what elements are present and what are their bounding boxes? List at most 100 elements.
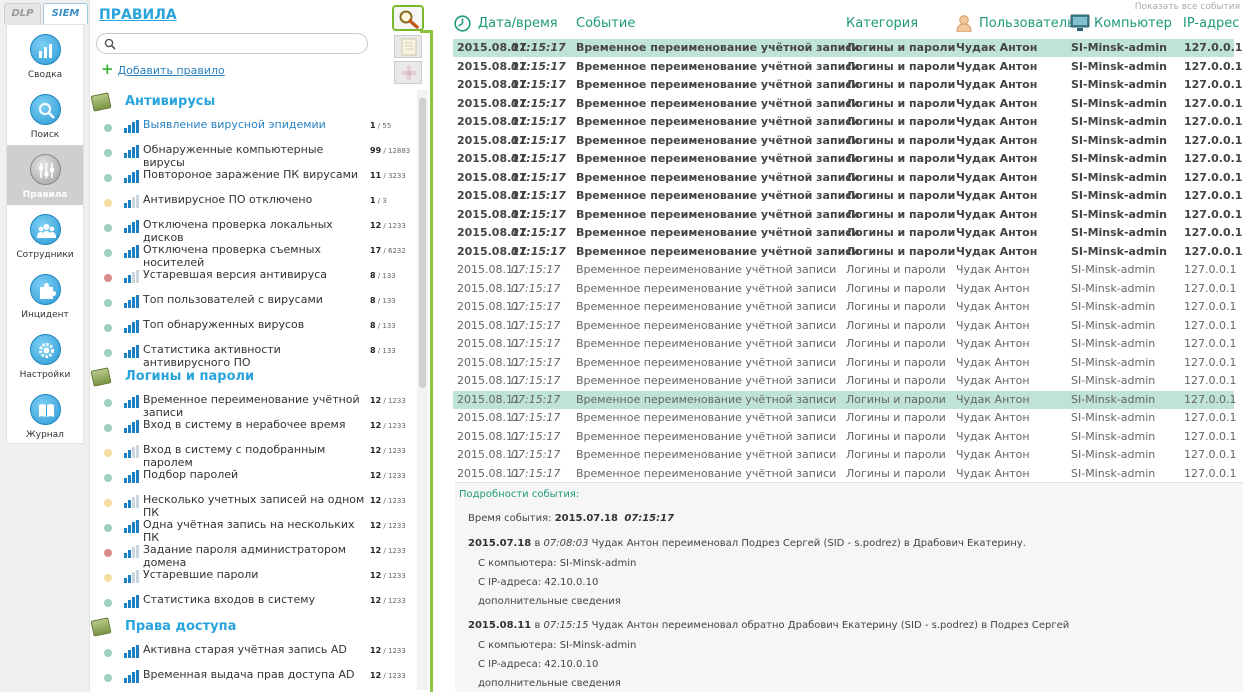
row-computer: SI-Minsk-admin [1071, 78, 1167, 91]
status-dot [104, 149, 112, 157]
notes-tool-button[interactable] [394, 35, 422, 58]
status-dot [104, 324, 112, 332]
table-row[interactable]: 2015.08.11 07:15:17 Временное переименован… [453, 187, 1242, 205]
rule-group-title[interactable]: Логины и пароли [125, 369, 254, 384]
table-row[interactable]: 2015.08.11 07:15:17 Временное переименован… [453, 243, 1242, 261]
row-time: 07:15:17 [511, 226, 566, 239]
rule-item[interactable]: Выявление вирусной эпидемии 1 / 55 [90, 117, 415, 142]
table-row[interactable]: 2015.08.11 07:15:17 Временное переименован… [453, 261, 1236, 279]
rule-item[interactable]: Отключена проверка съемных носителей 17 /… [90, 242, 415, 269]
nav-item-5[interactable]: Настройки [7, 325, 83, 385]
rule-item[interactable]: Временная выдача прав доступа AD 12 / 123… [90, 667, 415, 692]
rule-item[interactable]: Задание пароля администратором домена 12 … [90, 542, 415, 569]
nav-item-3[interactable]: Сотрудники [7, 205, 83, 265]
rule-group-title[interactable]: Права доступа [125, 619, 236, 634]
table-row[interactable]: 2015.08.11 07:15:17 Временное переименован… [453, 428, 1236, 446]
row-user: Чудак Антон [956, 244, 1038, 258]
table-row[interactable]: 2015.08.11 07:15:17 Временное переименован… [453, 465, 1236, 483]
rule-count-total: 1233 [387, 522, 406, 530]
flower-icon [401, 65, 417, 81]
detail-more-link[interactable]: дополнительные сведения [478, 678, 621, 689]
rule-count-total: 133 [382, 322, 396, 330]
status-dot [104, 124, 112, 132]
column-event[interactable]: Событие [576, 16, 635, 31]
status-dot [104, 424, 112, 432]
rule-item[interactable]: Топ пользователей с вирусами 8 / 133 [90, 292, 415, 317]
search-tool-button[interactable] [392, 5, 424, 31]
table-row[interactable]: 2015.08.11 07:15:17 Временное переименован… [453, 39, 1242, 57]
rule-item[interactable]: Топ обнаруженных вирусов 8 / 133 [90, 317, 415, 342]
rule-item[interactable]: Временное переименование учётной записи 1… [90, 392, 415, 419]
rule-item[interactable]: Вход в систему с подобранным паролем 12 /… [90, 442, 415, 469]
rule-item[interactable]: Подбор паролей 12 / 1233 [90, 467, 415, 492]
rule-item[interactable]: Вход в систему в нерабочее время 12 / 123… [90, 417, 415, 442]
table-row[interactable]: 2015.08.11 07:15:17 Временное переименован… [453, 169, 1242, 187]
book-icon [30, 394, 61, 425]
rule-item[interactable]: Одна учётная запись на нескольких ПК 12 /… [90, 517, 415, 544]
detail-more-link[interactable]: дополнительные сведения [478, 596, 621, 607]
rule-item[interactable]: Антивирусное ПО отключено 1 / 3 [90, 192, 415, 217]
table-row[interactable]: 2015.08.11 07:15:17 Временное переименован… [453, 113, 1242, 131]
column-ip[interactable]: IP-адрес [1183, 16, 1239, 31]
row-category: Логины и пароли [846, 133, 956, 147]
column-datetime[interactable]: Дата/время [478, 16, 558, 31]
row-event: Временное переименование учётной записи [576, 374, 837, 387]
row-category: Логины и пароли [846, 170, 956, 184]
table-row[interactable]: 2015.08.11 07:15:17 Временное переименован… [453, 150, 1242, 168]
rules-scrollbar[interactable] [417, 90, 428, 690]
nav-item-0[interactable]: Сводка [7, 25, 83, 85]
rule-item[interactable]: Статистика входов в систему 12 / 1233 [90, 592, 415, 617]
scrollbar-thumb[interactable] [419, 98, 426, 388]
filter-tool-button[interactable] [394, 61, 422, 84]
table-row[interactable]: 2015.08.11 07:15:17 Временное переименован… [453, 95, 1242, 113]
table-row[interactable]: 2015.08.11 07:15:17 Временное переименован… [453, 224, 1242, 242]
add-rule-link[interactable]: + Добавить правило [101, 62, 225, 78]
rule-item[interactable]: Повтороное заражение ПК вирусами 11 / 323… [90, 167, 415, 192]
rule-name: Одна учётная запись на нескольких ПК [143, 518, 355, 544]
show-all-events-link[interactable]: Показать все события [1135, 2, 1240, 12]
row-user: Чудак Антон [956, 355, 1030, 369]
search-icon [104, 38, 116, 50]
table-row[interactable]: 2015.08.11 07:15:17 Временное переименован… [453, 335, 1236, 353]
column-user[interactable]: Пользователь [979, 16, 1075, 31]
nav-item-4[interactable]: Инцидент [7, 265, 83, 325]
nav-item-1[interactable]: Поиск [7, 85, 83, 145]
table-row[interactable]: 2015.08.11 07:15:17 Временное переименован… [453, 132, 1242, 150]
rule-item[interactable]: Отключена проверка локальных дисков 12 / … [90, 217, 415, 244]
rule-item[interactable]: Активна старая учётная запись AD 12 / 123… [90, 642, 415, 667]
tab-siem[interactable]: SIEM [43, 3, 88, 24]
rules-search-input[interactable] [96, 33, 368, 54]
rule-count-total: 1233 [387, 422, 406, 430]
tab-dlp[interactable]: DLP [4, 3, 41, 24]
status-dot [104, 599, 112, 607]
rule-group-title[interactable]: Антивирусы [125, 94, 215, 109]
row-computer: SI-Minsk-admin [1071, 466, 1156, 480]
table-row[interactable]: 2015.08.11 07:15:17 Временное переименован… [453, 280, 1236, 298]
rules-title[interactable]: ПРАВИЛА [99, 7, 177, 23]
rule-item[interactable]: Обнаруженные компьютерные вирусы 99 / 128… [90, 142, 415, 169]
table-row[interactable]: 2015.08.11 07:15:17 Временное переименован… [453, 354, 1236, 372]
table-row[interactable]: 2015.08.11 07:15:17 Временное переименован… [453, 390, 1236, 409]
sliders-icon [30, 154, 61, 185]
table-row[interactable]: 2015.08.11 07:15:17 Временное переименован… [453, 298, 1236, 316]
rule-name: Выявление вирусной эпидемии [143, 118, 326, 131]
table-row[interactable]: 2015.08.11 07:15:17 Временное переименован… [453, 372, 1236, 390]
table-row[interactable]: 2015.08.11 07:15:17 Временное переименован… [453, 206, 1242, 224]
rule-item[interactable]: Несколько учетных записей на одном ПК 12 … [90, 492, 415, 519]
table-row[interactable]: 2015.08.11 07:15:17 Временное переименован… [453, 58, 1242, 76]
nav-item-2[interactable]: Правила [7, 145, 83, 205]
rule-count-hits: 12 [370, 596, 382, 605]
rule-item[interactable]: Устаревшие пароли 12 / 1233 [90, 567, 415, 592]
nav-item-6[interactable]: Журнал [7, 385, 83, 445]
table-row[interactable]: 2015.08.11 07:15:17 Временное переименован… [453, 446, 1236, 464]
bar-chart-icon [124, 345, 140, 358]
table-row[interactable]: 2015.08.11 07:15:17 Временное переименован… [453, 76, 1242, 94]
row-event: Временное переименование учётной записи [576, 133, 860, 147]
column-computer[interactable]: Компьютер [1094, 16, 1172, 31]
rule-item[interactable]: Устаревшая версия антивируса 8 / 133 [90, 267, 415, 292]
row-time: 07:15:17 [511, 411, 561, 424]
rule-item[interactable]: Статистика активности антивирусного ПО 8 … [90, 342, 415, 369]
table-row[interactable]: 2015.08.11 07:15:17 Временное переименован… [453, 409, 1236, 427]
table-row[interactable]: 2015.08.11 07:15:17 Временное переименован… [453, 317, 1236, 335]
column-category[interactable]: Категория [846, 16, 918, 31]
